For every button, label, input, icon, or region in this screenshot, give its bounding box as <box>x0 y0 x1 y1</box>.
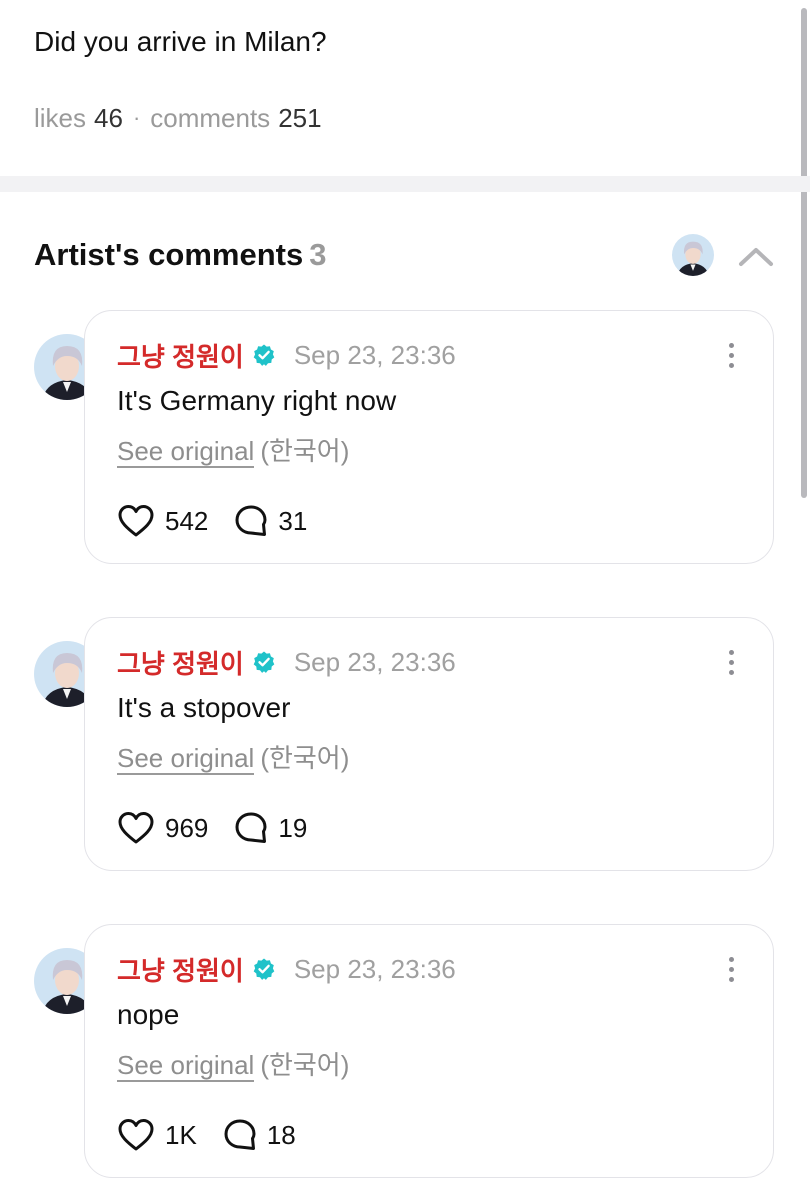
author-name[interactable]: 그냥 정원이 <box>117 951 244 988</box>
comment-actions: 542 31 <box>117 501 333 541</box>
like-button[interactable]: 542 <box>117 504 208 538</box>
see-original-link[interactable]: See original <box>117 436 255 468</box>
like-count: 1K <box>165 1119 197 1150</box>
post-stats: likes 46 · comments 251 <box>34 100 322 136</box>
more-options-icon[interactable] <box>719 644 743 680</box>
verified-badge-icon <box>252 957 276 981</box>
comment-meta: 그냥 정원이 Sep 23, 23:36 <box>117 644 456 680</box>
artist-comments-label: Artist's comments <box>34 237 304 272</box>
heart-icon <box>118 505 154 537</box>
likes-label: likes <box>34 103 87 133</box>
comment-actions: 969 19 <box>117 808 333 848</box>
like-count: 969 <box>165 812 209 843</box>
comment-bubble-icon <box>235 505 267 536</box>
comment-time: Sep 23, 23:36 <box>293 339 456 370</box>
chevron-up-icon[interactable] <box>736 236 776 276</box>
section-divider <box>0 176 810 192</box>
reply-count: 19 <box>278 812 308 843</box>
artist-comment: 그냥 정원이 Sep 23, 23:36 nope See original (한… <box>0 924 810 1180</box>
comments-count[interactable]: 251 <box>278 100 321 136</box>
like-button[interactable]: 969 <box>117 811 208 845</box>
stats-separator: · <box>132 105 141 130</box>
original-language: (한국어) <box>260 436 350 466</box>
comment-text: It's a stopover <box>117 692 291 723</box>
reply-button[interactable]: 31 <box>234 504 307 538</box>
comments-label[interactable]: comments <box>150 100 270 136</box>
original-language: (한국어) <box>260 1050 350 1080</box>
like-count: 542 <box>165 505 209 536</box>
comment-text: It's Germany right now <box>117 385 397 416</box>
more-options-icon[interactable] <box>719 951 743 987</box>
see-original-row: See original (한국어) <box>117 433 349 469</box>
comment-time: Sep 23, 23:36 <box>293 646 456 677</box>
author-name[interactable]: 그냥 정원이 <box>117 644 244 681</box>
comment-meta: 그냥 정원이 Sep 23, 23:36 <box>117 951 456 987</box>
reply-button[interactable]: 18 <box>223 1118 296 1152</box>
comment-card: 그냥 정원이 Sep 23, 23:36 nope See original (한… <box>84 924 774 1178</box>
comment-bubble-icon <box>224 1119 256 1150</box>
comment-card: 그냥 정원이 Sep 23, 23:36 It's a stopover See… <box>84 617 774 871</box>
verified-badge-icon <box>252 343 276 367</box>
artist-comments-count: 3 <box>309 237 327 272</box>
see-original-row: See original (한국어) <box>117 740 349 776</box>
artist-comment: 그냥 정원이 Sep 23, 23:36 It's a stopover See… <box>0 617 810 873</box>
post-text: Did you arrive in Milan? <box>34 26 327 57</box>
likes-count: 46 <box>94 103 123 133</box>
like-button[interactable]: 1K <box>117 1118 197 1152</box>
verified-badge-icon <box>252 650 276 674</box>
comment-card: 그냥 정원이 Sep 23, 23:36 It's Germany right … <box>84 310 774 564</box>
heart-icon <box>118 812 154 844</box>
reply-count: 18 <box>266 1119 296 1150</box>
comment-text: nope <box>117 999 180 1030</box>
comment-meta: 그냥 정원이 Sep 23, 23:36 <box>117 337 456 373</box>
see-original-link[interactable]: See original <box>117 1050 255 1082</box>
comment-time: Sep 23, 23:36 <box>293 953 456 984</box>
reply-button[interactable]: 19 <box>234 811 307 845</box>
artist-comment: 그냥 정원이 Sep 23, 23:36 It's Germany right … <box>0 310 810 566</box>
artist-avatar-small[interactable] <box>672 234 714 276</box>
artist-comments-title: Artist's comments 3 <box>34 234 326 276</box>
comment-bubble-icon <box>235 812 267 843</box>
see-original-link[interactable]: See original <box>117 743 255 775</box>
reply-count: 31 <box>278 505 308 536</box>
more-options-icon[interactable] <box>719 337 743 373</box>
heart-icon <box>118 1119 154 1151</box>
author-name[interactable]: 그냥 정원이 <box>117 337 244 374</box>
see-original-row: See original (한국어) <box>117 1047 349 1083</box>
original-language: (한국어) <box>260 743 350 773</box>
comment-actions: 1K 18 <box>117 1115 322 1155</box>
